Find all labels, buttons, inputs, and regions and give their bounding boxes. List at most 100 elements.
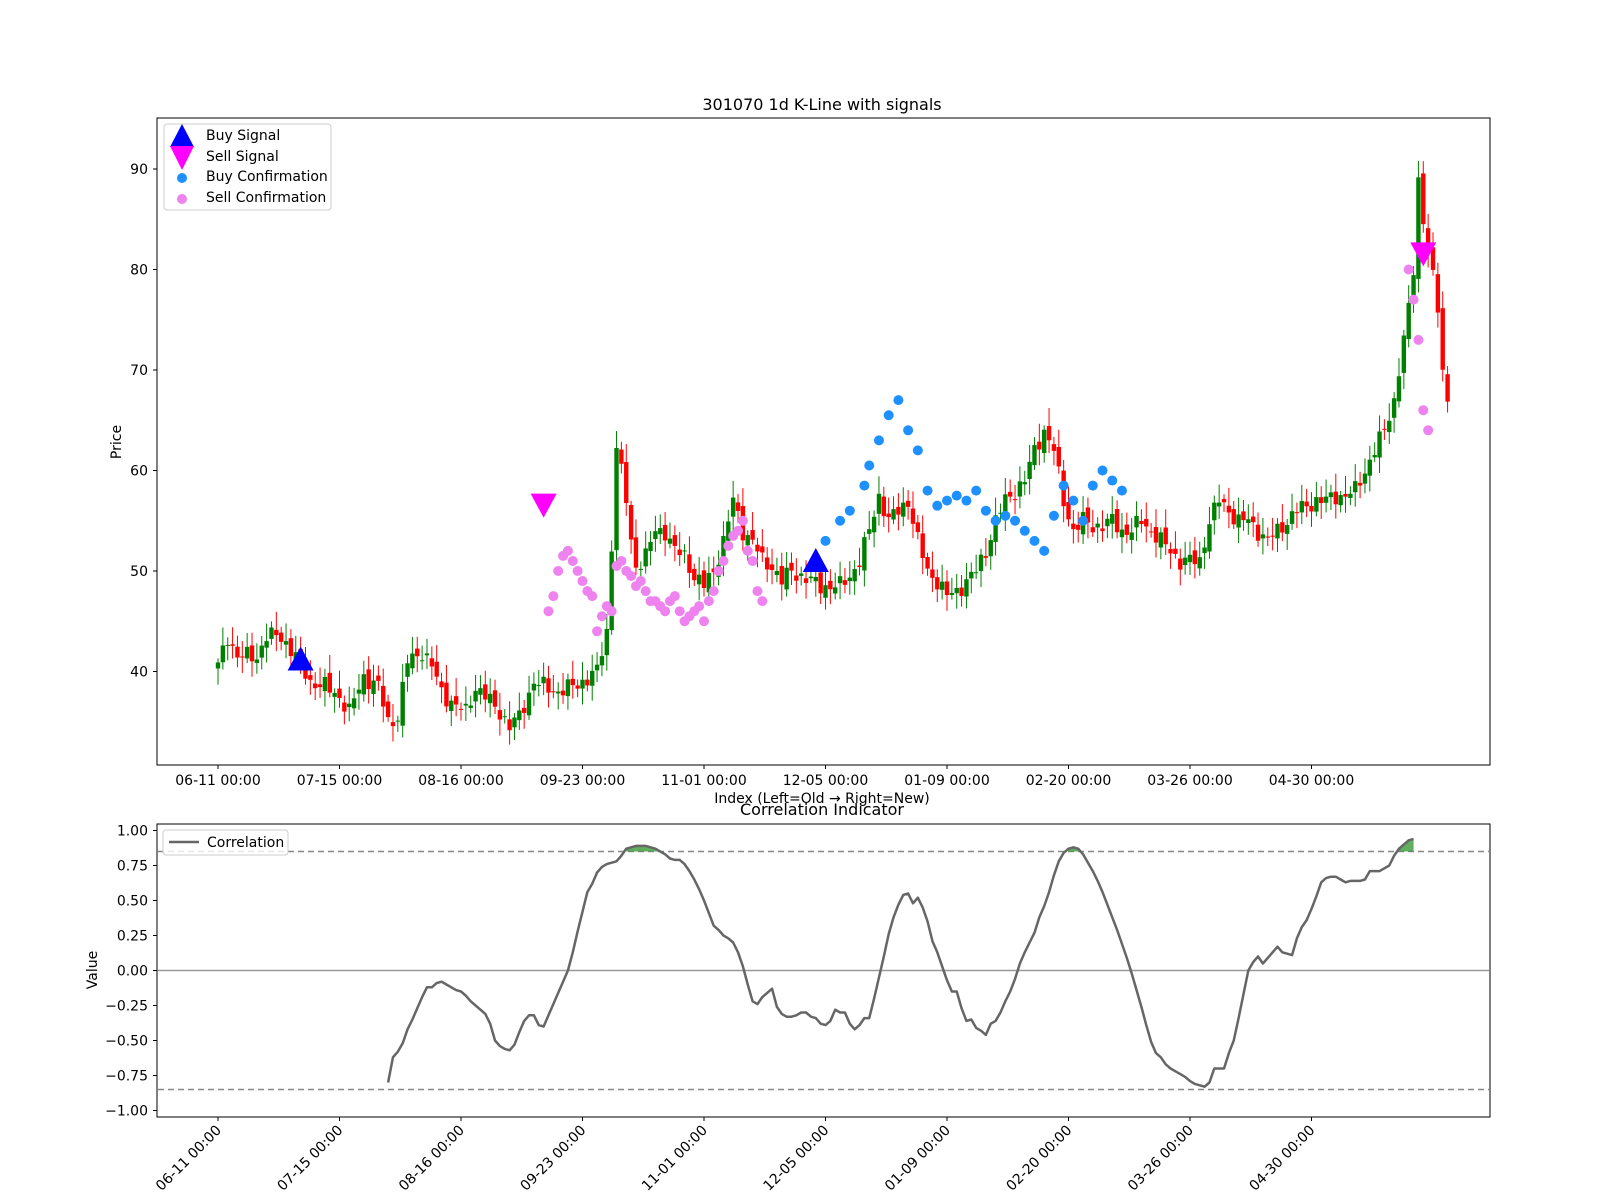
sell-confirmation-point (694, 601, 705, 612)
buy-confirmation-point (820, 535, 831, 546)
candle-body (905, 500, 911, 507)
candle-body (1139, 520, 1144, 525)
candle-body (701, 570, 707, 588)
candle-body (876, 493, 882, 514)
kline-x-tick-label: 03-26 00:00 (1147, 773, 1232, 789)
buy-confirmation-point (971, 485, 982, 496)
candle-body (1382, 428, 1387, 430)
candle-body (1236, 514, 1241, 528)
buy-confirmation-point (903, 425, 914, 436)
candle-body (1323, 496, 1329, 503)
correlation-y-axis-label: Value (85, 951, 101, 989)
buy-confirmation-point (859, 480, 870, 491)
buy-confirmation-point (1107, 475, 1118, 486)
buy-confirmation-point (1029, 535, 1040, 546)
candle-body (1275, 523, 1280, 539)
candle-body (1051, 444, 1057, 451)
candle-body (521, 707, 527, 713)
candle-body (973, 572, 979, 574)
kline-y-tick-label: 40 (130, 665, 148, 681)
buy-confirmation-point (922, 485, 933, 496)
legend-buy-confirmation-label: Buy Confirmation (206, 169, 328, 185)
correlation-y-tick-label: 0.75 (117, 859, 148, 875)
buy-confirmation-point (873, 435, 884, 446)
candle-body (682, 550, 687, 552)
candle-body (983, 556, 989, 558)
candle-body (638, 568, 644, 570)
candle-body (507, 719, 512, 731)
correlation-y-tick-label: 0.25 (117, 929, 148, 945)
kline-x-tick-label: 01-09 00:00 (904, 773, 989, 789)
candle-body (944, 581, 950, 596)
candle-body (1387, 420, 1392, 433)
buy-confirmation-point (990, 515, 1001, 526)
candle-body (667, 538, 673, 544)
candle-body (342, 702, 347, 712)
candle-body (672, 535, 678, 546)
buy-confirmation-point (1010, 515, 1021, 526)
candle-body (871, 516, 877, 533)
candle-body (920, 533, 925, 559)
candle-body (254, 659, 260, 663)
candle-body (633, 537, 639, 568)
candle-body (1066, 501, 1071, 520)
candle-body (662, 524, 668, 541)
sell-confirmation-point (752, 586, 763, 597)
candle-body (531, 683, 537, 691)
candle-body (1362, 473, 1368, 484)
candle-body (1158, 532, 1164, 548)
candle-body (1007, 491, 1013, 497)
candle-body (803, 578, 809, 583)
candle-body (366, 669, 371, 690)
correlation-y-tick-label: 1.00 (117, 824, 148, 840)
candle-body (750, 530, 755, 540)
candle-body (449, 700, 454, 712)
candle-body (910, 508, 916, 524)
sell-confirmation-point (737, 515, 748, 526)
candle-body (565, 679, 571, 697)
candle-body (1241, 511, 1246, 521)
candle-body (1348, 493, 1353, 498)
buy-confirmation-point (1097, 465, 1108, 476)
candle-body (381, 685, 386, 707)
buy-confirmation-legend-icon (177, 173, 187, 183)
candle-body (1076, 524, 1081, 530)
candle-body (760, 546, 765, 553)
candle-body (1270, 535, 1275, 537)
candle-body (1114, 509, 1120, 533)
correlation-chart-title: Correlation Indicator (740, 800, 904, 819)
candle-body (784, 567, 789, 590)
candle-body (1391, 398, 1397, 418)
candle-body (1280, 522, 1285, 533)
candle-body (327, 672, 332, 693)
buy-confirmation-point (1058, 480, 1069, 491)
candle-body (308, 675, 313, 680)
candle-body (959, 587, 964, 596)
candle-body (604, 628, 609, 656)
candle-body (1197, 557, 1202, 569)
candle-body (1207, 524, 1212, 552)
candle-body (1212, 502, 1217, 521)
candle-body (842, 580, 848, 585)
candle-body (799, 573, 804, 576)
buy-confirmation-point (835, 515, 846, 526)
candle-body (745, 535, 750, 546)
candle-body (376, 675, 381, 681)
candle-body (1017, 481, 1023, 497)
candle-body (483, 684, 488, 700)
candle-body (1168, 549, 1173, 554)
correlation-y-tick-label: −0.50 (105, 1034, 148, 1050)
kline-y-axis-label: Price (109, 425, 125, 459)
sell-confirmation-point (548, 591, 559, 602)
buy-confirmation-point (980, 505, 991, 516)
candle-body (1367, 459, 1373, 476)
kline-x-tick-label: 08-16 00:00 (418, 773, 503, 789)
candle-body (619, 449, 624, 464)
candle-body (1192, 550, 1198, 565)
candle-body (400, 681, 405, 726)
candle-body (337, 688, 342, 699)
candle-body (419, 660, 425, 662)
kline-x-tick-label: 02-20 00:00 (1026, 773, 1111, 789)
kline-y-tick-label: 80 (130, 263, 148, 279)
legend-sell-signal-label: Sell Signal (206, 149, 279, 165)
